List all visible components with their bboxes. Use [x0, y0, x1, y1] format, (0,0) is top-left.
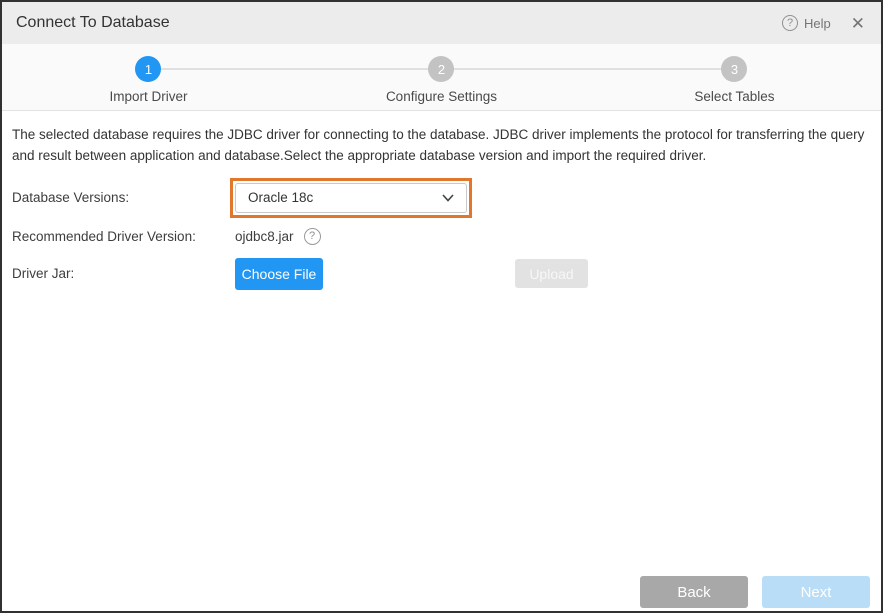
- chevron-down-icon: [442, 194, 454, 202]
- dialog-title: Connect To Database: [16, 14, 170, 32]
- step-3-label: Select Tables: [694, 89, 774, 104]
- driver-jar-label: Driver Jar:: [12, 266, 235, 281]
- driver-jar-row: Driver Jar: Choose File Upload: [12, 258, 871, 290]
- dialog-content: The selected database requires the JDBC …: [2, 111, 881, 611]
- connect-to-database-dialog: Connect To Database ? Help ✕ 1 Import Dr…: [0, 0, 883, 613]
- back-button[interactable]: Back: [640, 576, 748, 608]
- upload-button[interactable]: Upload: [515, 259, 588, 288]
- step-3-circle: 3: [721, 56, 747, 82]
- database-version-selected-value: Oracle 18c: [248, 190, 313, 205]
- choose-file-button[interactable]: Choose File: [235, 258, 323, 290]
- step-import-driver: 1 Import Driver: [2, 44, 295, 110]
- step-2-label: Configure Settings: [386, 89, 497, 104]
- help-button[interactable]: ? Help: [782, 15, 831, 31]
- recommended-driver-value: ojdbc8.jar: [235, 229, 294, 244]
- close-icon[interactable]: ✕: [851, 15, 865, 32]
- titlebar-actions: ? Help ✕: [782, 15, 865, 32]
- driver-info-question-icon[interactable]: ?: [304, 228, 321, 245]
- help-icon: ?: [782, 15, 798, 31]
- database-versions-label: Database Versions:: [12, 190, 235, 205]
- next-button[interactable]: Next: [762, 576, 870, 608]
- step-configure-settings: 2 Configure Settings: [295, 44, 588, 110]
- database-versions-row: Database Versions: Oracle 18c: [12, 178, 871, 218]
- jdbc-description-text: The selected database requires the JDBC …: [12, 124, 871, 167]
- wizard-stepper: 1 Import Driver 2 Configure Settings 3 S…: [2, 44, 881, 111]
- dialog-footer: Back Next: [640, 576, 870, 608]
- step-2-circle: 2: [428, 56, 454, 82]
- recommended-driver-label: Recommended Driver Version:: [12, 229, 235, 244]
- step-1-label: Import Driver: [109, 89, 187, 104]
- step-1-circle: 1: [135, 56, 161, 82]
- database-version-select[interactable]: Oracle 18c: [235, 183, 467, 213]
- step-select-tables: 3 Select Tables: [588, 44, 881, 110]
- recommended-driver-row: Recommended Driver Version: ojdbc8.jar ?: [12, 228, 871, 245]
- help-label: Help: [804, 16, 831, 31]
- dialog-titlebar: Connect To Database ? Help ✕: [2, 2, 881, 44]
- highlight-annotation-box: Oracle 18c: [230, 178, 472, 218]
